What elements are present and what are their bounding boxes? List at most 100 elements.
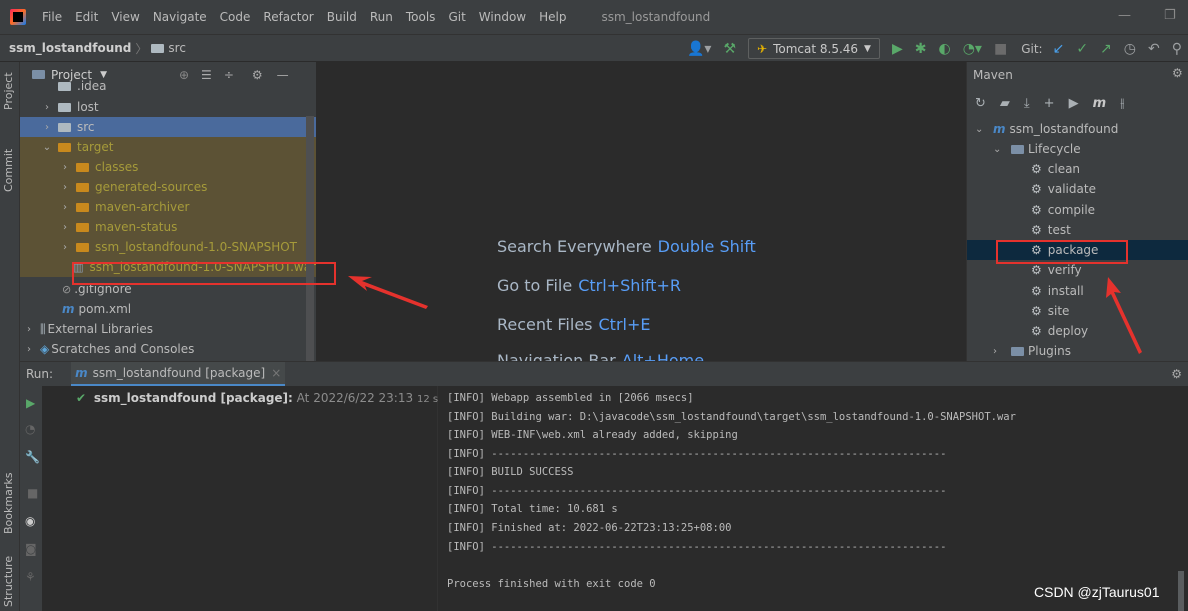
chevron-right-icon[interactable]: › [40, 122, 54, 133]
wrench-icon[interactable]: 🔧 [25, 450, 40, 464]
rollback-icon[interactable]: ↶ [1148, 41, 1160, 57]
tree-item-idea[interactable]: .idea [20, 76, 316, 96]
menu-window[interactable]: Window [479, 10, 526, 24]
stop-icon[interactable]: ■ [994, 41, 1007, 57]
tree-item-snapshot-dir[interactable]: › ssm_lostandfound-1.0-SNAPSHOT [20, 237, 316, 257]
maven-goal-label: clean [1047, 162, 1081, 176]
reload-icon[interactable]: ↻ [975, 96, 986, 111]
tree-item-maven-archiver[interactable]: › maven-archiver [20, 197, 316, 217]
run-result-row[interactable]: ✔ ssm_lostandfound [package]: At 2022/6/… [76, 391, 493, 405]
hint-navigation-bar: Navigation Bar Alt+Home [497, 351, 704, 361]
history-icon[interactable]: ◷ [1124, 41, 1136, 57]
menu-file[interactable]: File [42, 10, 62, 24]
coverage-icon[interactable]: ◐ [938, 41, 950, 57]
libraries-icon: ⫼ [40, 321, 46, 336]
menu-edit[interactable]: Edit [75, 10, 98, 24]
chevron-down-icon[interactable]: ⌄ [40, 142, 54, 153]
chevron-right-icon[interactable]: › [58, 162, 72, 173]
plus-icon[interactable]: + [1044, 96, 1055, 111]
tree-item-maven-status[interactable]: › maven-status [20, 217, 316, 237]
run-icon[interactable]: ▶ [1069, 96, 1079, 111]
profile-icon[interactable]: ◔▾ [963, 41, 982, 57]
chevron-right-icon[interactable]: › [993, 346, 1005, 357]
console-output[interactable]: [INFO] Webapp assembled in [2066 msecs] … [438, 386, 1188, 611]
tree-item-label: generated-sources [95, 180, 208, 194]
breadcrumb-project[interactable]: ssm_lostandfound [9, 41, 131, 55]
tree-item-generated-sources[interactable]: › generated-sources [20, 177, 316, 197]
stop-icon[interactable]: ■ [27, 486, 38, 500]
git-update-icon[interactable]: ↙ [1053, 41, 1065, 57]
minimize-icon[interactable]: — [1118, 8, 1131, 23]
execute-goal-icon[interactable]: m [1093, 96, 1107, 111]
rerun-icon[interactable]: ▶ [26, 396, 35, 410]
chevron-right-icon[interactable]: › [58, 222, 72, 233]
run-config-selector[interactable]: ✈ Tomcat 8.5.46 ▼ [748, 38, 880, 59]
structure-tool-tab[interactable]: Structure [2, 556, 15, 607]
tree-item-classes[interactable]: › classes [20, 157, 316, 177]
gear-icon[interactable]: ⚙ [1171, 367, 1182, 381]
breadcrumb-folder[interactable]: src [168, 41, 186, 55]
tree-item-scratches[interactable]: › ◈ Scratches and Consoles [20, 339, 316, 359]
chevron-right-icon[interactable]: › [22, 344, 36, 355]
maven-goal-site[interactable]: ⚙ site [967, 301, 1188, 321]
git-commit-icon[interactable]: ✓ [1076, 41, 1088, 57]
hint-label: Recent Files [497, 315, 593, 334]
camera-icon[interactable]: ◙ [25, 542, 37, 556]
tree-item-pom[interactable]: m pom.xml [20, 299, 316, 319]
commit-tool-tab[interactable]: Commit [2, 149, 15, 192]
maven-project-node[interactable]: ⌄ m ssm_lostandfound [967, 119, 1188, 139]
maven-goal-test[interactable]: ⚙ test [967, 220, 1188, 240]
tree-item-external-libraries[interactable]: › ⫼ External Libraries [20, 319, 316, 339]
console-line: [INFO] ---------------------------------… [447, 485, 947, 497]
maven-goal-validate[interactable]: ⚙ validate [967, 179, 1188, 199]
chevron-down-icon[interactable]: ⌄ [993, 144, 1005, 155]
rerun-failed-icon[interactable]: ◔ [25, 422, 35, 436]
tree-item-src[interactable]: › src [20, 117, 316, 137]
run-icon[interactable]: ▶ [892, 41, 903, 57]
restore-icon[interactable]: ❐ [1164, 8, 1176, 23]
git-label: Git: [1021, 41, 1043, 56]
chevron-right-icon[interactable]: › [58, 202, 72, 213]
menu-refactor[interactable]: Refactor [263, 10, 313, 24]
maven-goal-clean[interactable]: ⚙ clean [967, 159, 1188, 179]
eye-icon[interactable]: ◉ [25, 514, 35, 528]
chevron-right-icon[interactable]: › [40, 102, 54, 113]
project-tool-tab[interactable]: Project [2, 72, 15, 110]
tree-item-lost[interactable]: › lost [20, 97, 316, 117]
debug-icon[interactable]: ✱ [915, 41, 927, 57]
maven-goal-compile[interactable]: ⚙ compile [967, 200, 1188, 220]
build-hammer-icon[interactable]: ⚒ [723, 41, 736, 57]
menu-run[interactable]: Run [370, 10, 393, 24]
chevron-right-icon[interactable]: › [22, 324, 36, 335]
download-icon[interactable]: ⤓ [1024, 96, 1030, 111]
tree-item-target[interactable]: ⌄ target [20, 137, 316, 157]
menu-tools[interactable]: Tools [406, 10, 436, 24]
chevron-right-icon[interactable]: › [58, 182, 72, 193]
add-maven-project-icon[interactable]: ▰ [1000, 96, 1010, 111]
menu-help[interactable]: Help [539, 10, 566, 24]
search-icon[interactable]: ⚲ [1172, 41, 1182, 57]
menu-build[interactable]: Build [327, 10, 357, 24]
chevron-right-icon[interactable]: › [58, 242, 72, 253]
run-result-time: At 2022/6/22 23:13 [296, 391, 414, 405]
maven-goal-deploy[interactable]: ⚙ deploy [967, 321, 1188, 341]
git-push-icon[interactable]: ↗ [1100, 41, 1112, 57]
chevron-down-icon[interactable]: ⌄ [975, 124, 987, 135]
maven-lifecycle-node[interactable]: ⌄ Lifecycle [967, 139, 1188, 159]
menu-code[interactable]: Code [220, 10, 251, 24]
run-tab[interactable]: m ssm_lostandfound [package] × [71, 361, 286, 387]
maven-goal-install[interactable]: ⚙ install [967, 281, 1188, 301]
gear-icon[interactable]: ⚙ [1172, 66, 1183, 80]
project-scrollbar[interactable] [306, 116, 314, 361]
console-scrollbar[interactable] [1178, 571, 1184, 611]
menu-git[interactable]: Git [448, 10, 465, 24]
menu-navigate[interactable]: Navigate [153, 10, 207, 24]
skip-tests-icon[interactable]: ⫲ [1120, 96, 1124, 111]
user-icon[interactable]: 👤▾ [687, 41, 711, 57]
pin-icon[interactable]: ⚘ [25, 570, 36, 584]
maven-plugins-node[interactable]: › Plugins [967, 341, 1188, 361]
watermark: CSDN @zjTaurus01 [1034, 584, 1160, 600]
menu-view[interactable]: View [111, 10, 139, 24]
close-icon[interactable]: × [271, 366, 281, 380]
bookmarks-tool-tab[interactable]: Bookmarks [2, 473, 15, 534]
